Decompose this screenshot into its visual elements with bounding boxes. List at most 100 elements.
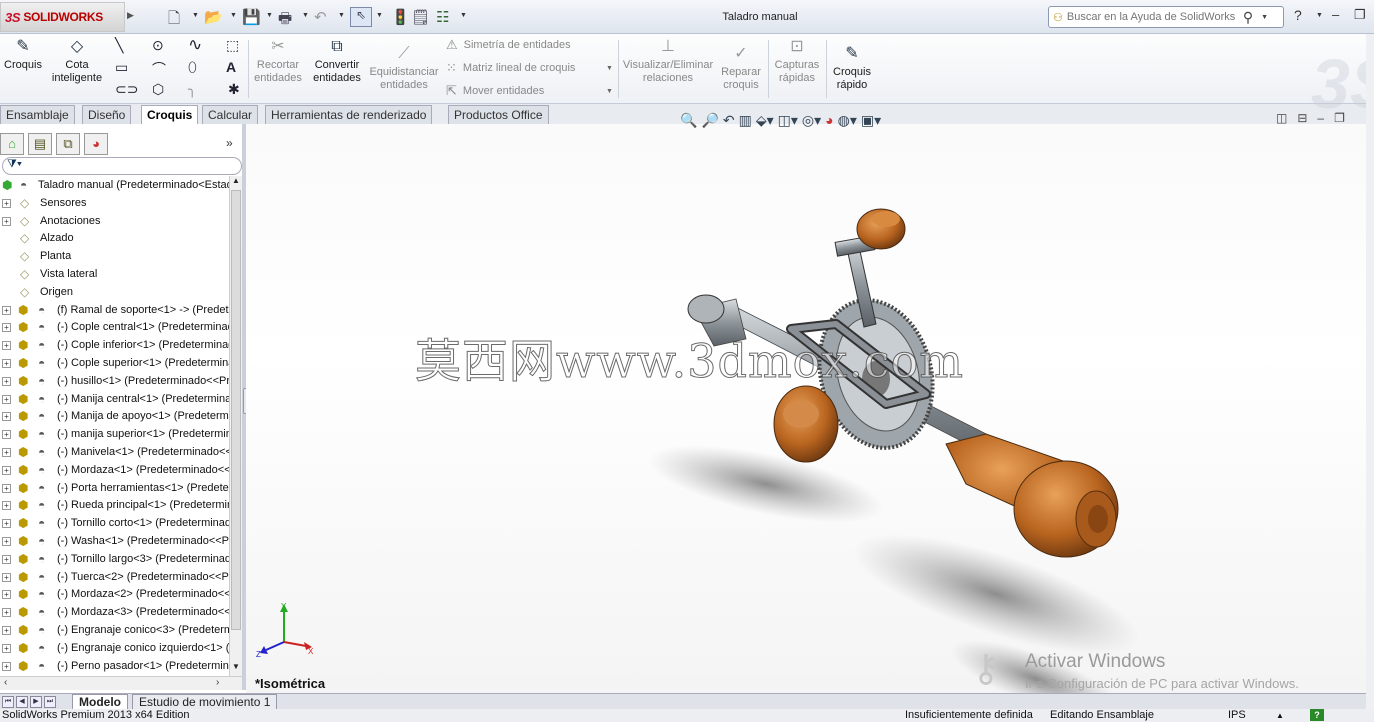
tab-herramientas-renderizado[interactable]: Herramientas de renderizado [265,105,433,124]
mirror-entities-button[interactable]: ⚠ Simetría de entidades [446,37,571,53]
options-icon[interactable]: ☷ [436,8,449,26]
help-status-icon[interactable]: ? [1310,709,1324,721]
expand-toggle-icon[interactable]: + [2,377,11,386]
minimize-icon[interactable]: ‒ [1332,7,1339,22]
offset-entities-button[interactable]: ⟋ Equidistanciar entidades [368,44,440,92]
display-style-icon[interactable]: ◫▾ [778,112,798,129]
units-dropdown-icon[interactable]: ▲ [1276,709,1284,722]
new-document-icon[interactable]: 🗋 [168,8,180,33]
point-grid-icon[interactable]: ⬚ [226,37,239,54]
restore-icon[interactable]: ❐ [1354,7,1366,23]
expand-toggle-icon[interactable]: + [2,430,11,439]
expand-toggle-icon[interactable]: + [2,626,11,635]
expand-toggle-icon[interactable]: + [2,644,11,653]
croquis-button[interactable]: ✎ Croquis [4,37,42,72]
apply-scene-icon[interactable]: ◍▾ [838,112,857,129]
tree-component[interactable]: + ⬢ ◓ (-) Manivela<1> (Predeterminado<< [0,443,230,461]
view-orientation-icon[interactable]: ⬙▾ [756,112,774,129]
hide-show-items-icon[interactable]: ◎▾ [802,112,821,129]
expand-toggle-icon[interactable]: + [2,484,11,493]
help-dropdown-icon[interactable]: ▼ [1316,12,1323,19]
expand-toggle-icon[interactable]: + [2,466,11,475]
tree-component[interactable]: + ⬢ ◓ (-) Engranaje conico izquierdo<1> (I [0,639,230,657]
zoom-to-fit-icon[interactable]: 🔍 [680,112,697,129]
tree-component[interactable]: + ⬢ ◓ (-) Porta herramientas<1> (Predeterm [0,479,230,497]
tree-component[interactable]: + ⬢ ◓ (-) Tuerca<2> (Predeterminado<<Pr [0,568,230,586]
slot-icon[interactable]: ⊂⊃ [115,81,138,98]
menu-expand-icon[interactable]: ▶ [127,10,134,21]
text-icon[interactable]: A [226,59,236,75]
tab-modelo[interactable]: Modelo [72,694,128,710]
expand-toggle-icon[interactable]: + [2,306,11,315]
tree-item[interactable]: + ◇ Sensores [0,194,230,212]
status-units[interactable]: IPS [1228,709,1246,722]
options-dropdown-icon[interactable]: ▼ [460,12,467,19]
view-settings-icon[interactable]: ▣▾ [861,112,881,129]
point-icon[interactable]: ✱ [228,81,240,98]
first-tab-icon[interactable]: ⏮ [2,696,14,708]
feature-tree-tab-icon[interactable]: ⌂ [0,133,24,155]
edit-appearance-icon[interactable]: ◕ [825,112,833,128]
help-search-box[interactable]: ⚇ ⚲ ▼ [1048,6,1284,28]
smart-dimension-button[interactable]: ◇ Cota inteligente [48,37,106,85]
tree-component[interactable]: + ⬢ ◓ (-) Washa<1> (Predeterminado<<Pr [0,532,230,550]
rebuild-traffic-light-icon[interactable]: 🚦 [391,8,410,26]
expand-toggle-icon[interactable]: + [2,501,11,510]
tab-calcular[interactable]: Calcular [202,105,259,124]
expand-toggle-icon[interactable]: + [2,519,11,528]
undo-icon[interactable]: ↶ [314,8,327,26]
expand-toggle-icon[interactable]: + [2,662,11,671]
scroll-down-icon[interactable]: ▼ [232,662,240,671]
tree-component[interactable]: + ⬢ ◓ (-) husillo<1> (Predeterminado<<Pre [0,372,230,390]
tree-component[interactable]: + ⬢ ◓ (-) Perno pasador<1> (Predetermina [0,657,230,675]
tree-component[interactable]: + ⬢ ◓ (-) Tornillo largo<3> (Predeterminado [0,550,230,568]
scroll-right-icon[interactable]: › [216,677,219,688]
scroll-left-icon[interactable]: ‹ [4,677,7,688]
expand-toggle-icon[interactable]: + [2,217,11,226]
tree-filter-bar[interactable]: ⧩▾ [2,157,242,175]
tree-item[interactable]: ◇ Planta [0,247,230,265]
split-vertical-icon[interactable]: ◫ [1276,111,1287,125]
undo-dropdown-icon[interactable]: ▼ [338,12,345,19]
open-folder-icon[interactable]: 📂 [204,8,223,26]
last-tab-icon[interactable]: ⏭ [44,696,56,708]
expand-toggle-icon[interactable]: + [2,608,11,617]
line-icon[interactable]: ╲ [115,37,123,54]
tree-component[interactable]: + ⬢ ◓ (-) Cople inferior<1> (Predeterminad [0,336,230,354]
tree-component[interactable]: + ⬢ ◓ (-) Cople superior<1> (Predetermina [0,354,230,372]
arc-icon[interactable]: ⌒ [152,59,166,79]
split-horizontal-icon[interactable]: ⊟ [1297,111,1307,125]
tree-root[interactable]: ⬢ ◓ Taladro manual (Predeterminado<Estad… [0,176,230,194]
section-view-icon[interactable]: ▥ [739,112,752,129]
convert-entities-button[interactable]: ⧉ Convertir entidades [310,37,364,85]
property-manager-tab-icon[interactable]: ▤ [28,133,52,155]
quick-snaps-button[interactable]: ⊡ Capturas rápidas [772,37,822,85]
search-magnifier-icon[interactable]: ⚲ [1243,9,1253,26]
tab-estudio-movimiento[interactable]: Estudio de movimiento 1 [132,694,278,710]
tree-component[interactable]: + ⬢ ◓ (-) Rueda principal<1> (Predetermin [0,496,230,514]
tree-vertical-scrollbar[interactable]: ▲ ▼ [229,176,242,676]
polygon-icon[interactable]: ⬡ [152,81,164,98]
scroll-up-icon[interactable]: ▲ [232,176,240,185]
solidworks-logo[interactable]: 3S SOLIDWORKS [0,2,125,32]
print-icon[interactable]: 🖶 [278,8,292,33]
help-search-input[interactable] [1066,11,1237,23]
pattern-dropdown-icon[interactable]: ▼ [606,65,613,72]
tree-component[interactable]: + ⬢ ◓ (-) Mordaza<3> (Predeterminado<<F [0,603,230,621]
tab-productos-office[interactable]: Productos Office [448,105,549,124]
tree-item[interactable]: ◇ Origen [0,283,230,301]
scrollbar-thumb[interactable] [231,190,241,630]
tree-component[interactable]: + ⬢ ◓ (f) Ramal de soporte<1> -> (Predete [0,301,230,319]
configuration-manager-tab-icon[interactable]: ⧉ [56,133,80,155]
rapid-sketch-button[interactable]: ✎ Croquis rápido [830,44,874,92]
tree-component[interactable]: + ⬢ ◓ (-) Mordaza<1> (Predeterminado<<F [0,461,230,479]
expand-toggle-icon[interactable]: + [2,555,11,564]
tree-component[interactable]: + ⬢ ◓ (-) Engranaje conico<3> (Predeterm [0,621,230,639]
linear-pattern-button[interactable]: ⁙ Matriz lineal de croquis [446,60,575,76]
expand-toggle-icon[interactable]: + [2,448,11,457]
expand-toggle-icon[interactable]: + [2,537,11,546]
tree-component[interactable]: + ⬢ ◓ (-) Manija de apoyo<1> (Predetermi [0,407,230,425]
display-manager-tab-icon[interactable]: ◕ [84,133,108,155]
help-icon[interactable]: ? [1294,7,1302,23]
graphics-area[interactable]: 🔍 🔎 ↶ ▥ ⬙▾ ◫▾ ◎▾ ◕ ◍▾ ▣▾ ◫ ⊟ ‒ ❐ 3S [246,45,1374,694]
